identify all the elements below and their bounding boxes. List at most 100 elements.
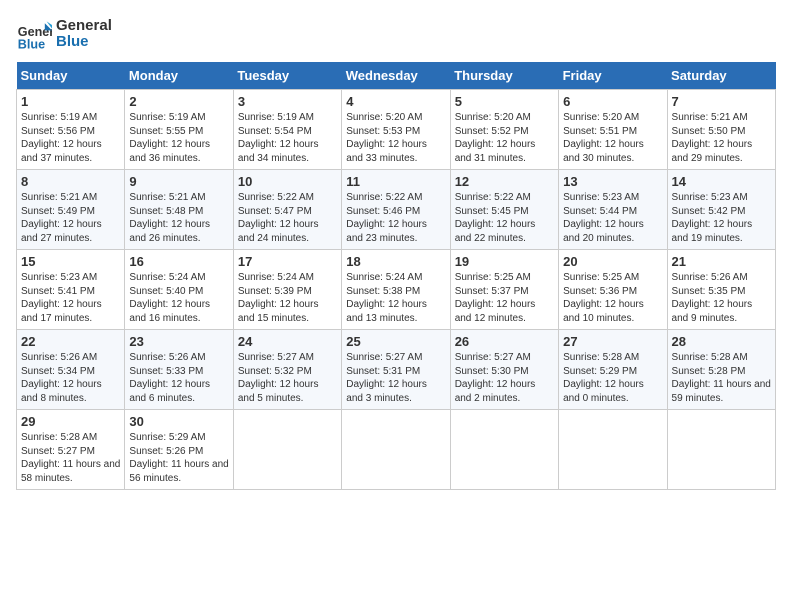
day-number: 25	[346, 334, 445, 349]
calendar-cell: 21 Sunrise: 5:26 AMSunset: 5:35 PMDaylig…	[667, 250, 775, 330]
cell-info: Sunrise: 5:26 AMSunset: 5:33 PMDaylight:…	[129, 351, 228, 405]
calendar-cell: 5 Sunrise: 5:20 AMSunset: 5:52 PMDayligh…	[450, 90, 558, 170]
calendar-cell: 16 Sunrise: 5:24 AMSunset: 5:40 PMDaylig…	[125, 250, 233, 330]
calendar-cell: 12 Sunrise: 5:22 AMSunset: 5:45 PMDaylig…	[450, 170, 558, 250]
cell-info: Sunrise: 5:27 AMSunset: 5:32 PMDaylight:…	[238, 351, 337, 405]
day-number: 1	[21, 94, 120, 109]
calendar-cell: 30 Sunrise: 5:29 AMSunset: 5:26 PMDaylig…	[125, 410, 233, 490]
calendar-cell: 27 Sunrise: 5:28 AMSunset: 5:29 PMDaylig…	[559, 330, 667, 410]
calendar-cell: 26 Sunrise: 5:27 AMSunset: 5:30 PMDaylig…	[450, 330, 558, 410]
cell-info: Sunrise: 5:25 AMSunset: 5:37 PMDaylight:…	[455, 271, 554, 325]
calendar-cell	[342, 410, 450, 490]
calendar-cell: 3 Sunrise: 5:19 AMSunset: 5:54 PMDayligh…	[233, 90, 341, 170]
day-number: 10	[238, 174, 337, 189]
calendar-cell: 9 Sunrise: 5:21 AMSunset: 5:48 PMDayligh…	[125, 170, 233, 250]
cell-info: Sunrise: 5:21 AMSunset: 5:50 PMDaylight:…	[672, 111, 771, 165]
calendar-cell: 24 Sunrise: 5:27 AMSunset: 5:32 PMDaylig…	[233, 330, 341, 410]
day-number: 21	[672, 254, 771, 269]
day-number: 12	[455, 174, 554, 189]
calendar-cell: 15 Sunrise: 5:23 AMSunset: 5:41 PMDaylig…	[17, 250, 125, 330]
cell-info: Sunrise: 5:27 AMSunset: 5:31 PMDaylight:…	[346, 351, 445, 405]
day-number: 7	[672, 94, 771, 109]
calendar-cell: 1 Sunrise: 5:19 AMSunset: 5:56 PMDayligh…	[17, 90, 125, 170]
day-number: 29	[21, 414, 120, 429]
cell-info: Sunrise: 5:25 AMSunset: 5:36 PMDaylight:…	[563, 271, 662, 325]
logo-general: General	[56, 18, 112, 35]
cell-info: Sunrise: 5:28 AMSunset: 5:27 PMDaylight:…	[21, 431, 120, 485]
calendar-cell: 10 Sunrise: 5:22 AMSunset: 5:47 PMDaylig…	[233, 170, 341, 250]
col-header-monday: Monday	[125, 62, 233, 90]
day-number: 23	[129, 334, 228, 349]
day-number: 19	[455, 254, 554, 269]
col-header-sunday: Sunday	[17, 62, 125, 90]
cell-info: Sunrise: 5:28 AMSunset: 5:29 PMDaylight:…	[563, 351, 662, 405]
cell-info: Sunrise: 5:24 AMSunset: 5:39 PMDaylight:…	[238, 271, 337, 325]
cell-info: Sunrise: 5:29 AMSunset: 5:26 PMDaylight:…	[129, 431, 228, 485]
day-number: 22	[21, 334, 120, 349]
cell-info: Sunrise: 5:19 AMSunset: 5:55 PMDaylight:…	[129, 111, 228, 165]
day-number: 5	[455, 94, 554, 109]
col-header-friday: Friday	[559, 62, 667, 90]
day-number: 3	[238, 94, 337, 109]
calendar-cell: 22 Sunrise: 5:26 AMSunset: 5:34 PMDaylig…	[17, 330, 125, 410]
day-number: 9	[129, 174, 228, 189]
day-number: 15	[21, 254, 120, 269]
day-number: 8	[21, 174, 120, 189]
cell-info: Sunrise: 5:26 AMSunset: 5:35 PMDaylight:…	[672, 271, 771, 325]
calendar-cell: 4 Sunrise: 5:20 AMSunset: 5:53 PMDayligh…	[342, 90, 450, 170]
cell-info: Sunrise: 5:24 AMSunset: 5:38 PMDaylight:…	[346, 271, 445, 325]
logo-icon: General Blue	[16, 16, 52, 52]
cell-info: Sunrise: 5:23 AMSunset: 5:44 PMDaylight:…	[563, 191, 662, 245]
calendar-cell: 19 Sunrise: 5:25 AMSunset: 5:37 PMDaylig…	[450, 250, 558, 330]
day-number: 2	[129, 94, 228, 109]
col-header-wednesday: Wednesday	[342, 62, 450, 90]
calendar-cell: 25 Sunrise: 5:27 AMSunset: 5:31 PMDaylig…	[342, 330, 450, 410]
calendar-cell	[233, 410, 341, 490]
cell-info: Sunrise: 5:19 AMSunset: 5:56 PMDaylight:…	[21, 111, 120, 165]
cell-info: Sunrise: 5:28 AMSunset: 5:28 PMDaylight:…	[672, 351, 771, 405]
day-number: 16	[129, 254, 228, 269]
logo-blue: Blue	[56, 34, 112, 51]
calendar-cell: 7 Sunrise: 5:21 AMSunset: 5:50 PMDayligh…	[667, 90, 775, 170]
calendar-cell: 11 Sunrise: 5:22 AMSunset: 5:46 PMDaylig…	[342, 170, 450, 250]
cell-info: Sunrise: 5:20 AMSunset: 5:51 PMDaylight:…	[563, 111, 662, 165]
col-header-tuesday: Tuesday	[233, 62, 341, 90]
calendar-cell: 23 Sunrise: 5:26 AMSunset: 5:33 PMDaylig…	[125, 330, 233, 410]
cell-info: Sunrise: 5:27 AMSunset: 5:30 PMDaylight:…	[455, 351, 554, 405]
day-number: 13	[563, 174, 662, 189]
day-number: 6	[563, 94, 662, 109]
calendar-cell: 14 Sunrise: 5:23 AMSunset: 5:42 PMDaylig…	[667, 170, 775, 250]
column-headers-row: SundayMondayTuesdayWednesdayThursdayFrid…	[17, 62, 776, 90]
cell-info: Sunrise: 5:23 AMSunset: 5:41 PMDaylight:…	[21, 271, 120, 325]
header: General Blue General Blue	[16, 16, 776, 52]
day-number: 20	[563, 254, 662, 269]
day-number: 14	[672, 174, 771, 189]
cell-info: Sunrise: 5:23 AMSunset: 5:42 PMDaylight:…	[672, 191, 771, 245]
cell-info: Sunrise: 5:26 AMSunset: 5:34 PMDaylight:…	[21, 351, 120, 405]
cell-info: Sunrise: 5:24 AMSunset: 5:40 PMDaylight:…	[129, 271, 228, 325]
cell-info: Sunrise: 5:21 AMSunset: 5:49 PMDaylight:…	[21, 191, 120, 245]
calendar-cell: 8 Sunrise: 5:21 AMSunset: 5:49 PMDayligh…	[17, 170, 125, 250]
cell-info: Sunrise: 5:21 AMSunset: 5:48 PMDaylight:…	[129, 191, 228, 245]
day-number: 17	[238, 254, 337, 269]
cell-info: Sunrise: 5:20 AMSunset: 5:53 PMDaylight:…	[346, 111, 445, 165]
cell-info: Sunrise: 5:20 AMSunset: 5:52 PMDaylight:…	[455, 111, 554, 165]
day-number: 26	[455, 334, 554, 349]
calendar-cell: 13 Sunrise: 5:23 AMSunset: 5:44 PMDaylig…	[559, 170, 667, 250]
calendar-cell: 6 Sunrise: 5:20 AMSunset: 5:51 PMDayligh…	[559, 90, 667, 170]
cell-info: Sunrise: 5:22 AMSunset: 5:46 PMDaylight:…	[346, 191, 445, 245]
cell-info: Sunrise: 5:22 AMSunset: 5:47 PMDaylight:…	[238, 191, 337, 245]
calendar-cell: 29 Sunrise: 5:28 AMSunset: 5:27 PMDaylig…	[17, 410, 125, 490]
col-header-saturday: Saturday	[667, 62, 775, 90]
page-container: General Blue General Blue SundayMondayTu…	[0, 0, 792, 498]
week-row-5: 29 Sunrise: 5:28 AMSunset: 5:27 PMDaylig…	[17, 410, 776, 490]
day-number: 28	[672, 334, 771, 349]
calendar-cell: 20 Sunrise: 5:25 AMSunset: 5:36 PMDaylig…	[559, 250, 667, 330]
calendar-cell: 2 Sunrise: 5:19 AMSunset: 5:55 PMDayligh…	[125, 90, 233, 170]
calendar-cell: 28 Sunrise: 5:28 AMSunset: 5:28 PMDaylig…	[667, 330, 775, 410]
day-number: 24	[238, 334, 337, 349]
calendar-cell	[559, 410, 667, 490]
cell-info: Sunrise: 5:19 AMSunset: 5:54 PMDaylight:…	[238, 111, 337, 165]
week-row-4: 22 Sunrise: 5:26 AMSunset: 5:34 PMDaylig…	[17, 330, 776, 410]
logo: General Blue General Blue	[16, 16, 112, 52]
